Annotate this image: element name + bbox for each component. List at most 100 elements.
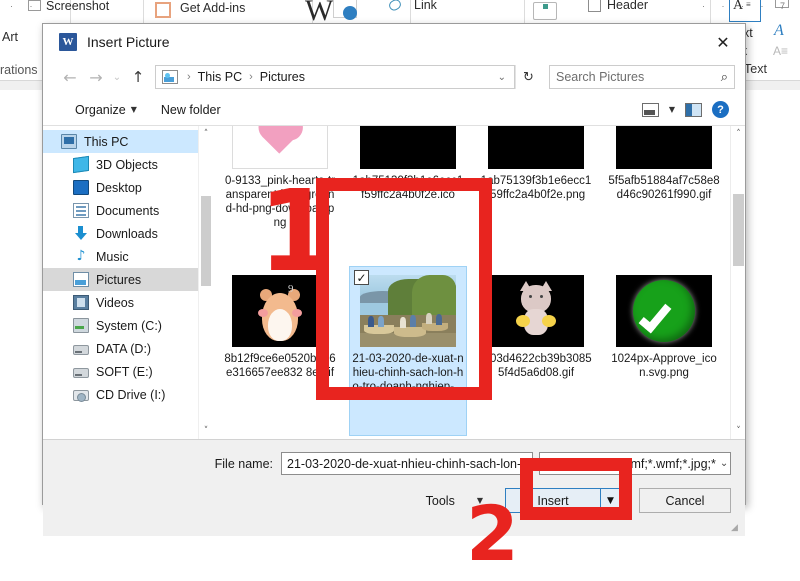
- sidebar-item-pictures[interactable]: Pictures: [43, 268, 198, 291]
- dialog-toolbar: Organize ▼ New folder ▼ ?: [43, 94, 745, 126]
- resize-grip-icon[interactable]: ◢: [731, 523, 741, 533]
- system-drive-icon: [73, 318, 89, 333]
- insert-split-button[interactable]: Insert ▼: [505, 488, 621, 513]
- organize-label: Organize: [75, 102, 126, 117]
- file-item-inner: 1ab75139f3b1e6ecc1f59ffc2a4b0f2e.ico: [349, 126, 467, 258]
- sidebar-item-desktop[interactable]: Desktop: [43, 176, 198, 199]
- file-checkbox[interactable]: ✓: [354, 270, 369, 285]
- file-name-label: 1ab75139f3b1e6ecc1f59ffc2a4b0f2e.ico: [352, 175, 464, 201]
- thumbnail: [616, 126, 712, 169]
- list-item-selected-picture[interactable]: ✓ 21-03-2020-de-xuat-nhieu-chinh-sach-lo…: [344, 262, 472, 439]
- list-item[interactable]: 1ab75139f3b1e6ecc1f59ffc2a4b0f2e.ico: [344, 126, 472, 262]
- ribbon-item-get-addins[interactable]: Get Add-ins: [180, 1, 245, 15]
- scrollbar-thumb[interactable]: [201, 196, 211, 286]
- breadcrumb-pictures[interactable]: Pictures: [258, 70, 307, 84]
- thumbnail: [360, 275, 456, 347]
- sidebar-item-music[interactable]: ♪ Music: [43, 245, 198, 268]
- search-icon: ⌕: [720, 69, 728, 85]
- drive-icon: [73, 368, 89, 378]
- footer-buttons-row: Tools ▼ Insert ▼ Cancel: [43, 488, 731, 513]
- new-folder-label: New folder: [160, 102, 221, 117]
- sidebar-item-label: 3D Objects: [96, 157, 158, 172]
- chevron-up-icon[interactable]: ˄: [731, 126, 745, 142]
- sidebar-item-this-pc[interactable]: This PC: [43, 130, 198, 153]
- help-icon[interactable]: ?: [712, 101, 729, 118]
- ribbon-item-link[interactable]: Link: [414, 0, 437, 12]
- comment-dot-icon: [543, 4, 548, 9]
- ribbon-item-header[interactable]: Header: [607, 0, 648, 12]
- list-item[interactable]: 1ab75139f3b1e6ecc1f59ffc2a4b0f2e.png: [472, 126, 600, 262]
- filename-input[interactable]: 21-03-2020-de-xuat-nhieu-chinh-sach-lon-…: [281, 452, 533, 475]
- filetype-select[interactable]: All Pictures (*.emf;*.wmf;*.jpg;* ⌄: [539, 452, 731, 475]
- list-item[interactable]: 5f03d4622cb39b30855f4d5a6d08.gif: [472, 262, 600, 439]
- insert-label: Insert: [537, 493, 569, 508]
- arrow-left-icon[interactable]: ←: [57, 64, 83, 90]
- chevron-down-small-icon[interactable]: ⌄: [109, 64, 125, 90]
- header-icon: [588, 0, 601, 12]
- breadcrumb-separator: ›: [249, 71, 253, 83]
- sidebar-item-system-c[interactable]: System (C:): [43, 314, 198, 337]
- file-item-inner: 1ab75139f3b1e6ecc1f59ffc2a4b0f2e.png: [477, 126, 595, 258]
- arrow-right-icon[interactable]: →: [83, 64, 109, 90]
- close-icon[interactable]: ✕: [701, 24, 745, 60]
- breadcrumb-this-pc[interactable]: This PC: [196, 70, 244, 84]
- thumbnail: [232, 126, 328, 169]
- filename-row: File name: 21-03-2020-de-xuat-nhieu-chin…: [43, 452, 731, 475]
- tools-label: Tools: [425, 493, 455, 508]
- scrollbar-thumb[interactable]: [733, 194, 744, 266]
- 3d-objects-icon: [73, 155, 89, 174]
- list-item[interactable]: 5f5afb51884af7c58e8d46c90261f990.gif: [600, 126, 728, 262]
- sidebar-item-soft-e[interactable]: SOFT (E:): [43, 360, 198, 383]
- change-view-icon[interactable]: [641, 102, 659, 117]
- caret-down-icon: ▼: [130, 105, 137, 114]
- chevron-down-icon[interactable]: ⌄: [528, 458, 532, 469]
- list-item[interactable]: 1024px-Approve_icon.svg.png: [600, 262, 728, 439]
- sidebar-item-downloads[interactable]: Downloads: [43, 222, 198, 245]
- search-input[interactable]: Search Pictures ⌕: [549, 65, 735, 89]
- sidebar-item-data-d[interactable]: DATA (D:): [43, 337, 198, 360]
- file-name-label: 1ab75139f3b1e6ecc1f59ffc2a4b0f2e.png: [480, 175, 592, 201]
- refresh-icon[interactable]: ↻: [515, 65, 541, 89]
- caret-down-icon[interactable]: ▼: [669, 105, 675, 114]
- sidebar-item-label: CD Drive (I:): [96, 387, 166, 402]
- file-name-label: 8b12f9ce6e0520bbe6e316657ee832 8e.gif: [224, 353, 336, 379]
- wordart-icon: A: [774, 22, 784, 39]
- file-item-inner: 5f03d4622cb39b30855f4d5a6d08.gif: [477, 266, 595, 436]
- sidebar-item-label: Videos: [96, 295, 134, 310]
- file-pane-scrollbar[interactable]: ˄ ˅: [730, 126, 745, 439]
- sidebar-item-label: DATA (D:): [96, 341, 152, 356]
- arrow-up-icon[interactable]: ↑: [125, 64, 151, 90]
- new-folder-button[interactable]: New folder: [149, 103, 233, 117]
- sidebar-item-label: System (C:): [96, 318, 162, 333]
- pictures-icon: [73, 272, 89, 287]
- organize-button[interactable]: Organize ▼: [63, 103, 149, 117]
- cancel-button[interactable]: Cancel: [639, 488, 731, 513]
- insert-button[interactable]: Insert: [505, 488, 601, 513]
- sidebar-item-videos[interactable]: Videos: [43, 291, 198, 314]
- filename-value: 21-03-2020-de-xuat-nhieu-chinh-sach-lon-…: [287, 456, 529, 471]
- toolbar-right-group: ▼ ?: [641, 101, 735, 118]
- sidebar-item-label: Downloads: [96, 226, 158, 241]
- dialog-titlebar: W Insert Picture ✕: [43, 24, 745, 60]
- chevron-down-icon[interactable]: ˅: [199, 423, 213, 439]
- insert-dropdown-arrow[interactable]: ▼: [601, 488, 621, 513]
- chevron-down-icon[interactable]: ˅: [731, 423, 745, 439]
- preview-pane-icon[interactable]: [685, 102, 702, 117]
- documents-icon: [73, 203, 89, 218]
- thumbnail: [488, 275, 584, 347]
- address-bar[interactable]: › This PC › Pictures ⌄: [155, 65, 515, 89]
- this-pc-icon: [61, 134, 77, 149]
- ruler-ticks-left: · · · ·: [10, 1, 79, 11]
- thumbnail: [360, 126, 456, 169]
- ribbon-item-clip-art[interactable]: Art: [2, 30, 18, 44]
- sidebar-item-3d-objects[interactable]: 3D Objects: [43, 153, 198, 176]
- chevron-down-icon[interactable]: ⌄: [490, 72, 514, 83]
- chevron-up-icon[interactable]: ˄: [199, 126, 213, 142]
- file-item-inner: 5f5afb51884af7c58e8d46c90261f990.gif: [605, 126, 723, 258]
- tree-scrollbar[interactable]: ˄ ˅: [198, 126, 212, 439]
- ribbon-group-illustrations: rations: [0, 63, 38, 77]
- navigation-tree[interactable]: This PC 3D Objects Desktop Documents Dow…: [43, 126, 198, 439]
- sidebar-item-cd-drive-i[interactable]: CD Drive (I:): [43, 383, 198, 406]
- chevron-down-icon[interactable]: ⌄: [716, 458, 728, 469]
- sidebar-item-documents[interactable]: Documents: [43, 199, 198, 222]
